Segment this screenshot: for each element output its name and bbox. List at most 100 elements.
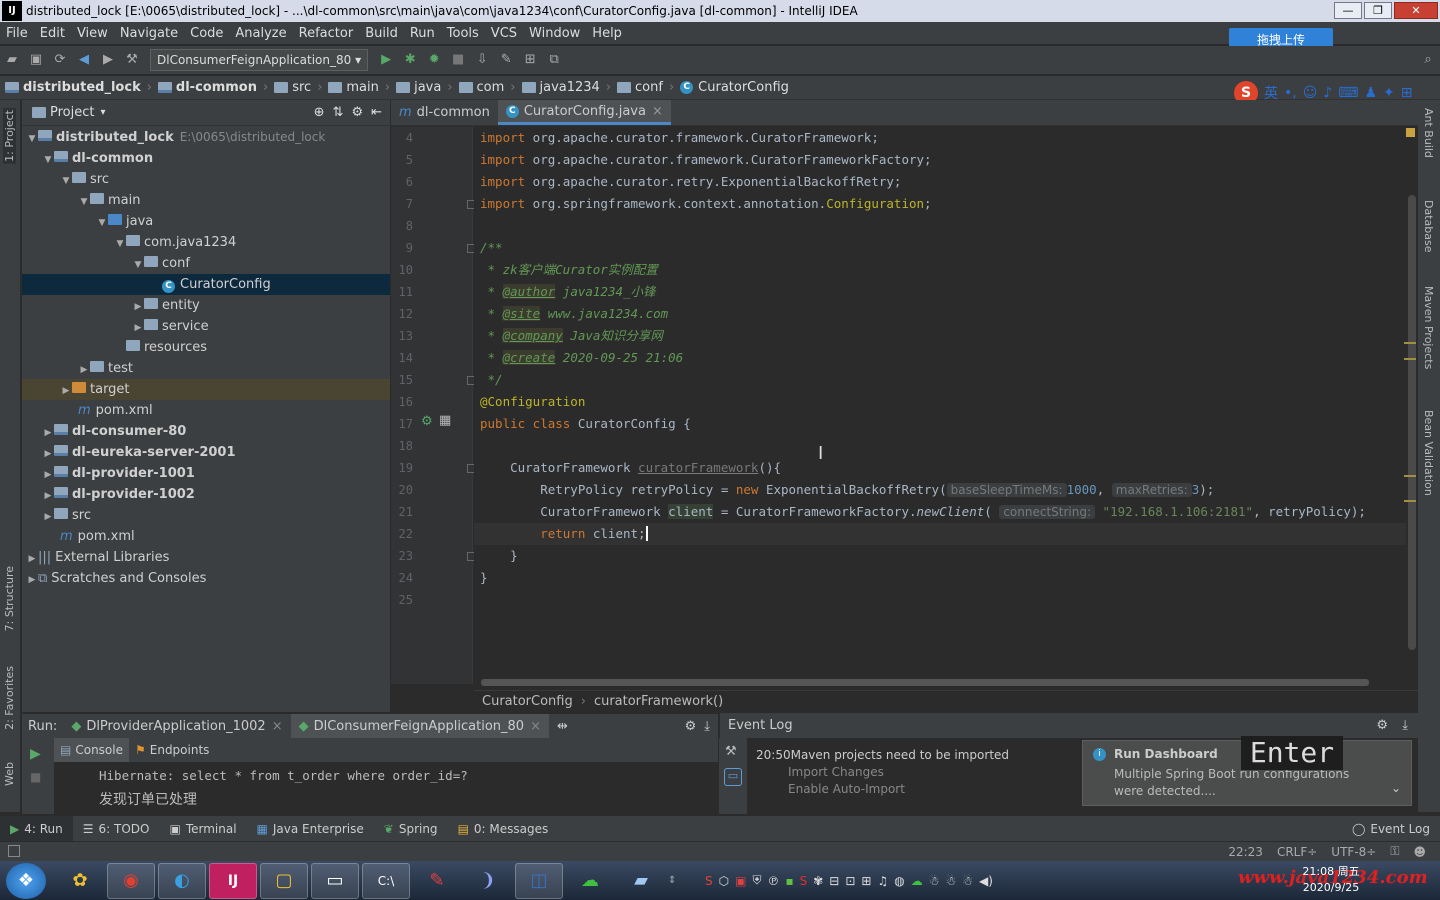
qq-icon[interactable]: ☃ bbox=[962, 874, 973, 888]
maven-projects-tab[interactable]: Maven Projects bbox=[1422, 286, 1435, 369]
editor-horizontal-scrollbar[interactable] bbox=[481, 679, 1369, 686]
tree-item-java[interactable]: ▼ java bbox=[22, 211, 390, 232]
intellij-idea-icon[interactable]: IJ bbox=[209, 862, 257, 899]
tool-terminal[interactable]: ▣ Terminal bbox=[159, 816, 246, 842]
tab-curatorconfig[interactable]: C CuratorConfig.java × bbox=[497, 100, 671, 125]
tray-icon[interactable]: ◍ bbox=[894, 874, 904, 888]
maximize-button[interactable]: ❐ bbox=[1364, 2, 1392, 19]
stop-icon[interactable]: ■ bbox=[30, 770, 41, 784]
menu-navigate[interactable]: Navigate bbox=[114, 26, 184, 41]
navicat-icon[interactable]: ◫ bbox=[515, 862, 563, 899]
emoji-icon[interactable]: ☺ bbox=[1303, 85, 1318, 101]
rerun-icon[interactable]: ▶ bbox=[30, 746, 41, 762]
tree-item-test[interactable]: ▶ test bbox=[22, 358, 390, 379]
hide-panel-icon[interactable]: ⇤ bbox=[371, 105, 382, 120]
warning-stripe[interactable] bbox=[1404, 358, 1416, 360]
menu-edit[interactable]: Edit bbox=[34, 26, 71, 41]
nvidia-icon[interactable]: ▪ bbox=[785, 874, 793, 888]
enable-auto-import-link[interactable]: Enable Auto-Import bbox=[788, 782, 905, 796]
keyboard-icon[interactable]: ⌨ bbox=[1338, 85, 1358, 101]
breadcrumb-conf[interactable]: conf bbox=[612, 80, 668, 95]
project-tool-tab[interactable]: 1: Project bbox=[3, 108, 16, 164]
close-icon[interactable]: × bbox=[530, 719, 541, 734]
stop-icon[interactable]: ■ bbox=[447, 49, 469, 71]
tree-item-dl-provider-1001[interactable]: ▶ dl-provider-1001 bbox=[22, 463, 390, 484]
breadcrumb-project[interactable]: distributed_lock bbox=[0, 80, 146, 95]
hide-icon[interactable]: ⤓ bbox=[1402, 713, 1408, 738]
window-app-icon[interactable]: ▭ bbox=[311, 862, 359, 899]
chevron-down-icon[interactable]: ▾ bbox=[100, 107, 105, 118]
coverage-icon[interactable]: ✹ bbox=[423, 49, 445, 71]
edge-browser-icon[interactable]: ◐ bbox=[158, 862, 206, 899]
shield-icon[interactable]: ⛨ bbox=[752, 873, 761, 888]
tray-icon[interactable]: ⊡ bbox=[845, 874, 855, 888]
tray-icon[interactable]: ▣ bbox=[735, 874, 746, 888]
gear-icon[interactable]: ⚙ bbox=[1376, 713, 1388, 738]
breadcrumb-class[interactable]: C CuratorConfig bbox=[675, 80, 794, 95]
tree-item-service[interactable]: ▶ service bbox=[22, 316, 390, 337]
shirt-icon[interactable]: ✦ bbox=[1383, 85, 1395, 101]
notes-app-icon[interactable]: ▰ bbox=[617, 863, 665, 899]
attach-icon[interactable]: ⇩ bbox=[471, 49, 493, 71]
taskbar-scroll-icon[interactable]: ⇕ bbox=[668, 875, 678, 886]
caret-position[interactable]: 22:23 bbox=[1228, 845, 1263, 859]
gear-icon[interactable]: ⚙ bbox=[685, 719, 697, 734]
run-tab-provider[interactable]: ◆ DlProviderApplication_1002 × bbox=[63, 714, 290, 739]
tree-item-external-libraries[interactable]: ▶ ||| External Libraries bbox=[22, 547, 390, 568]
tree-item-resources[interactable]: resources bbox=[22, 337, 390, 358]
breadcrumb-java1234[interactable]: java1234 bbox=[517, 80, 605, 95]
sogou-tray-icon[interactable]: S bbox=[705, 874, 713, 888]
tray-icon[interactable]: S bbox=[800, 874, 808, 888]
menu-file[interactable]: File bbox=[0, 26, 34, 41]
code-editor[interactable]: import org.apache.curator.framework.Cura… bbox=[474, 127, 1406, 684]
tree-item-src[interactable]: ▼ src bbox=[22, 169, 390, 190]
pen-app-icon[interactable]: ✎ bbox=[413, 863, 461, 899]
menu-window[interactable]: Window bbox=[523, 26, 586, 41]
close-button[interactable]: ✕ bbox=[1394, 2, 1438, 19]
tree-item-package[interactable]: ▼ com.java1234 bbox=[22, 232, 390, 253]
import-changes-link[interactable]: Import Changes bbox=[788, 765, 884, 779]
wechat-icon[interactable]: ☁ bbox=[566, 863, 614, 899]
open-icon[interactable]: ▰ bbox=[1, 49, 23, 71]
tray-icon[interactable]: ✾ bbox=[813, 874, 823, 888]
minimize-button[interactable]: — bbox=[1334, 2, 1362, 19]
tree-item-root-src[interactable]: ▶ src bbox=[22, 505, 390, 526]
user-icon[interactable]: ♟ bbox=[1364, 85, 1377, 101]
tree-item-root[interactable]: ▼ distributed_lock E:\0065\distributed_loc… bbox=[22, 127, 390, 148]
tree-item-pom[interactable]: m pom.xml bbox=[22, 400, 390, 421]
chevron-down-icon[interactable]: ⌄ bbox=[1391, 781, 1401, 795]
build-icon[interactable]: ⚒ bbox=[121, 49, 143, 71]
sdk-icon[interactable]: ✎ bbox=[495, 49, 517, 71]
run-config-select[interactable]: DlConsumerFeignApplication_80 ▾ bbox=[150, 49, 369, 71]
debug-icon[interactable]: ✱ bbox=[399, 49, 421, 71]
breadcrumb-class[interactable]: CuratorConfig bbox=[482, 694, 573, 709]
cmd-terminal-icon[interactable]: C:\ bbox=[362, 862, 410, 899]
structure-tool-tab[interactable]: 7: Structure bbox=[3, 566, 16, 631]
tree-item-curatorconfig[interactable]: C CuratorConfig bbox=[22, 274, 390, 295]
tray-icon[interactable]: ⊞ bbox=[861, 874, 871, 888]
run-icon[interactable]: ▶ bbox=[375, 49, 397, 71]
console-output[interactable]: Hibernate: select * from t_order where o… bbox=[54, 762, 718, 814]
menu-build[interactable]: Build bbox=[359, 26, 404, 41]
menu-vcs[interactable]: VCS bbox=[485, 26, 523, 41]
tab-endpoints[interactable]: ⚑ Endpoints bbox=[129, 743, 215, 757]
menu-analyze[interactable]: Analyze bbox=[229, 26, 292, 41]
menu-refactor[interactable]: Refactor bbox=[293, 26, 360, 41]
tray-icon[interactable]: ℗ bbox=[767, 874, 779, 888]
clock[interactable]: 21:08 周五 2020/9/25 bbox=[1296, 864, 1366, 896]
save-icon[interactable]: ▣ bbox=[25, 49, 47, 71]
tool-messages[interactable]: ▤ 0: Messages bbox=[448, 816, 559, 842]
search-icon[interactable]: ⌕ bbox=[1417, 49, 1439, 71]
ime-punct[interactable]: •, bbox=[1284, 85, 1297, 101]
favorites-tool-tab[interactable]: 2: Favorites bbox=[3, 666, 16, 730]
file-manager-icon[interactable]: ▢ bbox=[260, 862, 308, 899]
web-tool-tab[interactable]: Web bbox=[3, 762, 16, 786]
lock-icon[interactable]: ⚿ bbox=[1390, 844, 1399, 859]
qq-icon[interactable]: ☃ bbox=[946, 874, 957, 888]
layout-icon[interactable] bbox=[8, 845, 20, 857]
grid-icon[interactable]: ⊞ bbox=[1401, 85, 1413, 101]
warning-stripe[interactable] bbox=[1404, 500, 1416, 502]
tree-item-dl-common[interactable]: ▼ dl-common bbox=[22, 148, 390, 169]
tree-item-conf[interactable]: ▼ conf bbox=[22, 253, 390, 274]
sync-icon[interactable]: ⟳ bbox=[49, 49, 71, 71]
